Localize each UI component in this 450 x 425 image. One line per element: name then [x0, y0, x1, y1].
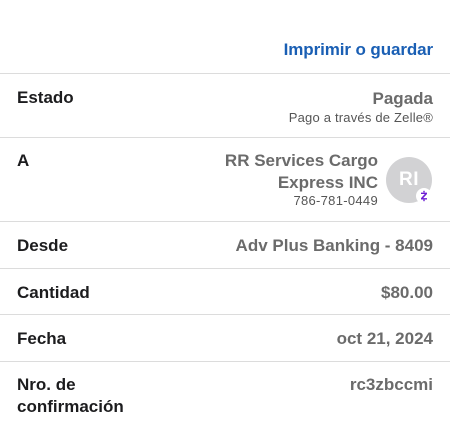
recipient-phone: 786-781-0449	[293, 193, 378, 208]
zelle-icon	[416, 188, 432, 204]
print-or-save-link[interactable]: Imprimir o guardar	[284, 40, 433, 60]
confirmation-label: Nro. de confirmación	[17, 374, 124, 418]
status-value: Pagada	[372, 89, 433, 108]
confirmation-label-line2: confirmación	[17, 397, 124, 416]
recipient-name: RR Services Cargo Express INC	[178, 150, 378, 194]
recipient-label: A	[17, 151, 30, 170]
confirmation-value: rc3zbccmi	[349, 375, 433, 394]
print-row: Imprimir o guardar	[0, 0, 450, 74]
divider	[0, 73, 450, 74]
status-label: Estado	[17, 88, 74, 107]
source-value: Adv Plus Banking - 8409	[235, 236, 433, 255]
recipient-name-line1: RR Services Cargo	[224, 151, 378, 170]
date-label: Fecha	[17, 329, 67, 348]
avatar-initials: RI	[399, 169, 419, 190]
divider	[0, 361, 450, 362]
divider	[0, 268, 450, 269]
source-label: Desde	[17, 236, 69, 255]
recipient-name-line2: Express INC	[277, 173, 378, 192]
divider	[0, 314, 450, 315]
divider	[0, 137, 450, 138]
amount-value: $80.00	[381, 283, 433, 302]
amount-label: Cantidad	[17, 283, 90, 302]
status-subtitle: Pago a través de Zelle®	[288, 110, 433, 125]
date-value: oct 21, 2024	[336, 329, 433, 348]
confirmation-label-line1: Nro. de	[17, 375, 76, 394]
divider	[0, 221, 450, 222]
